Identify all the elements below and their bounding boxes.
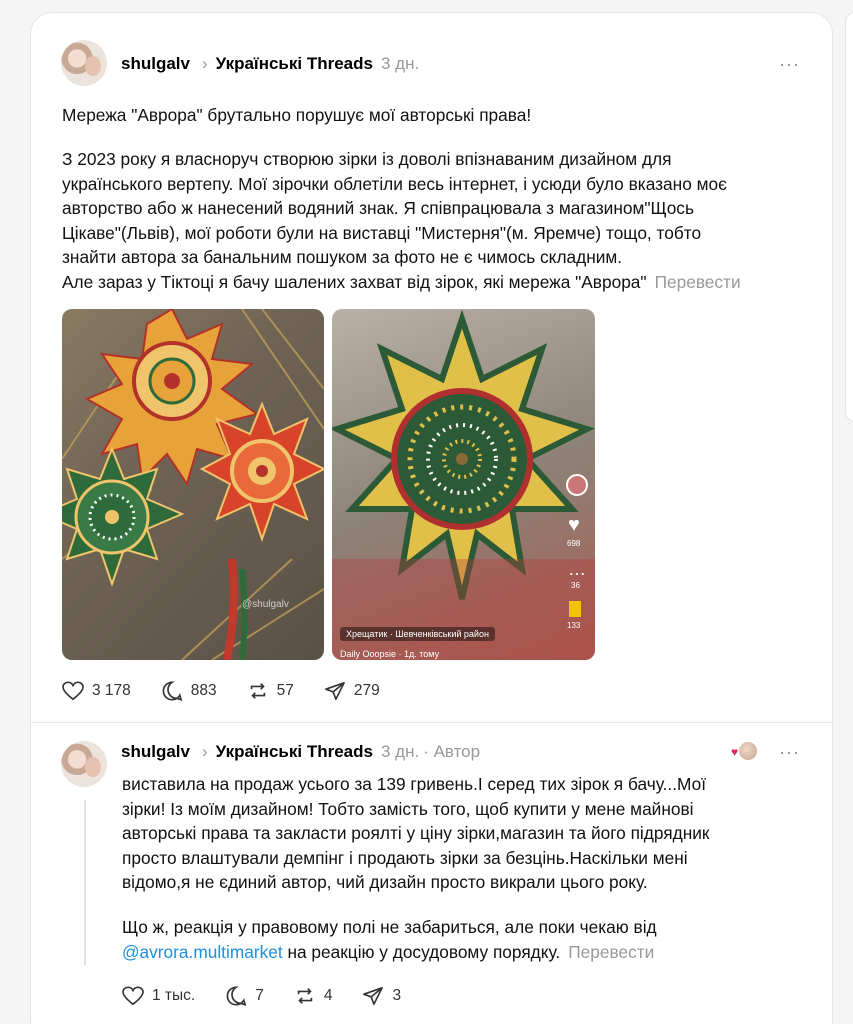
like-button[interactable]: 1 тыс. <box>122 986 195 1006</box>
send-icon <box>363 987 384 1005</box>
post-line: українського вертепу. Мої зірочки облеті… <box>62 173 727 194</box>
post-line: авторські права та закласти роялті у цін… <box>122 823 710 843</box>
repost-count: 57 <box>276 682 294 699</box>
comment-icon <box>162 681 183 701</box>
more-horizontal-icon[interactable]: ··· <box>779 54 800 75</box>
post-actions: 3 178 883 57 279 <box>62 680 410 702</box>
repost-icon <box>250 683 265 699</box>
repost-button[interactable]: 57 <box>247 680 294 702</box>
post-image-stars[interactable]: @shulgalv <box>62 309 324 660</box>
post-line: просто влаштували демпінг і продають зір… <box>122 847 688 868</box>
username[interactable]: shulgalv <box>121 54 190 74</box>
post-line: Цікаве"(Львів), мої роботи були на виста… <box>62 222 702 243</box>
post-body: Мережа "Аврора" брутально порушує мої ав… <box>62 103 531 128</box>
share-button[interactable]: 3 <box>362 986 401 1006</box>
share-button[interactable]: 279 <box>324 681 380 701</box>
post-time: 3 дн. <box>380 54 420 73</box>
like-count: 1 тыс. <box>152 987 196 1004</box>
tiktok-saves: 133 <box>567 621 581 630</box>
creator-avatar[interactable] <box>566 474 588 496</box>
watermark: @shulgalv <box>242 599 289 610</box>
author-label: · Автор <box>423 742 481 761</box>
post-time: 3 дн. <box>380 742 420 761</box>
share-count: 279 <box>353 682 380 699</box>
post-line: на реакцію у досудовому порядку. <box>282 941 561 962</box>
tiktok-likes: 698 <box>567 539 581 548</box>
community-name[interactable]: Українські Threads <box>216 54 373 74</box>
post-header: shulgalv › Українські Threads 3 дн. · Ав… <box>121 742 480 762</box>
tiktok-location: Хрещатик · Шевченківський район <box>340 627 495 641</box>
post-header: shulgalv › Українські Threads 3 дн. <box>121 54 419 74</box>
comment-count: 883 <box>190 682 217 699</box>
avatar[interactable] <box>61 741 107 787</box>
post-divider <box>31 722 832 723</box>
thread-line <box>84 800 86 965</box>
post-line: Але зараз у Тіктоці я бачу шалених захва… <box>62 271 647 292</box>
mention-link[interactable]: @avrora.multimarket <box>122 942 283 962</box>
chevron-right-icon: › <box>201 742 208 761</box>
post-line: З 2023 року я власноруч створюю зірки із… <box>62 149 672 169</box>
community-name[interactable]: Українські Threads <box>216 742 373 762</box>
post-line: Мережа "Аврора" брутально порушує мої ав… <box>62 105 532 125</box>
tiktok-comments: 36 <box>571 581 580 590</box>
post-line: зірки! Із моїм дизайном! Тобто замість т… <box>122 798 694 819</box>
bookmark-icon[interactable] <box>569 601 581 617</box>
tiktok-photo <box>332 309 595 660</box>
send-icon <box>325 682 345 700</box>
repost-count: 4 <box>323 987 333 1004</box>
post-actions: 1 тыс. 7 4 3 <box>122 985 431 1007</box>
side-panel-edge <box>845 12 853 422</box>
post-line: виставила на продаж усього за 139 гривен… <box>122 774 707 794</box>
avatar[interactable] <box>61 40 107 86</box>
heart-icon[interactable]: ♥ <box>568 514 580 537</box>
heart-icon <box>122 986 144 1006</box>
avatar <box>739 742 757 760</box>
comment-button[interactable]: 7 <box>225 985 264 1007</box>
post-line: знайти автора за банальним пошуком за фо… <box>62 247 623 267</box>
repost-button[interactable]: 4 <box>294 985 333 1007</box>
more-horizontal-icon[interactable]: ··· <box>779 742 800 763</box>
comment-button[interactable]: 883 <box>161 680 217 702</box>
post-line: авторство або ж нанесений водяний знак. … <box>62 198 694 218</box>
post-line: відомо,я не єдиний автор, чий дизайн про… <box>122 872 648 892</box>
like-button[interactable]: 3 178 <box>62 681 131 701</box>
username[interactable]: shulgalv <box>121 742 190 762</box>
translate-link[interactable]: Перевести <box>568 942 654 962</box>
like-count: 3 178 <box>92 682 131 699</box>
comment-icon[interactable]: … <box>568 559 586 580</box>
share-count: 3 <box>392 987 402 1004</box>
post-body: виставила на продаж усього за 139 гривен… <box>122 772 709 895</box>
translate-link[interactable]: Перевести <box>655 272 741 292</box>
repost-icon <box>297 988 313 1004</box>
chevron-right-icon: › <box>201 54 208 73</box>
liked-by-author: ♥ <box>731 742 757 762</box>
post-body-paragraph: Що ж, реакція у правовому полі не забари… <box>122 915 657 964</box>
comment-count: 7 <box>255 987 264 1004</box>
post-line: Що ж, реакція у правовому полі не забари… <box>122 917 657 937</box>
tiktok-account: Daily Ooopsie · 1д. тому <box>340 649 440 659</box>
comment-icon <box>226 986 247 1006</box>
heart-icon: ♥ <box>731 745 739 759</box>
post-body-paragraph: З 2023 року я власноруч створюю зірки із… <box>62 147 741 294</box>
heart-icon <box>62 681 84 701</box>
post-image-tiktok[interactable]: ♥ 698 … 36 133 Хрещатик · Шевченківський… <box>332 309 595 660</box>
